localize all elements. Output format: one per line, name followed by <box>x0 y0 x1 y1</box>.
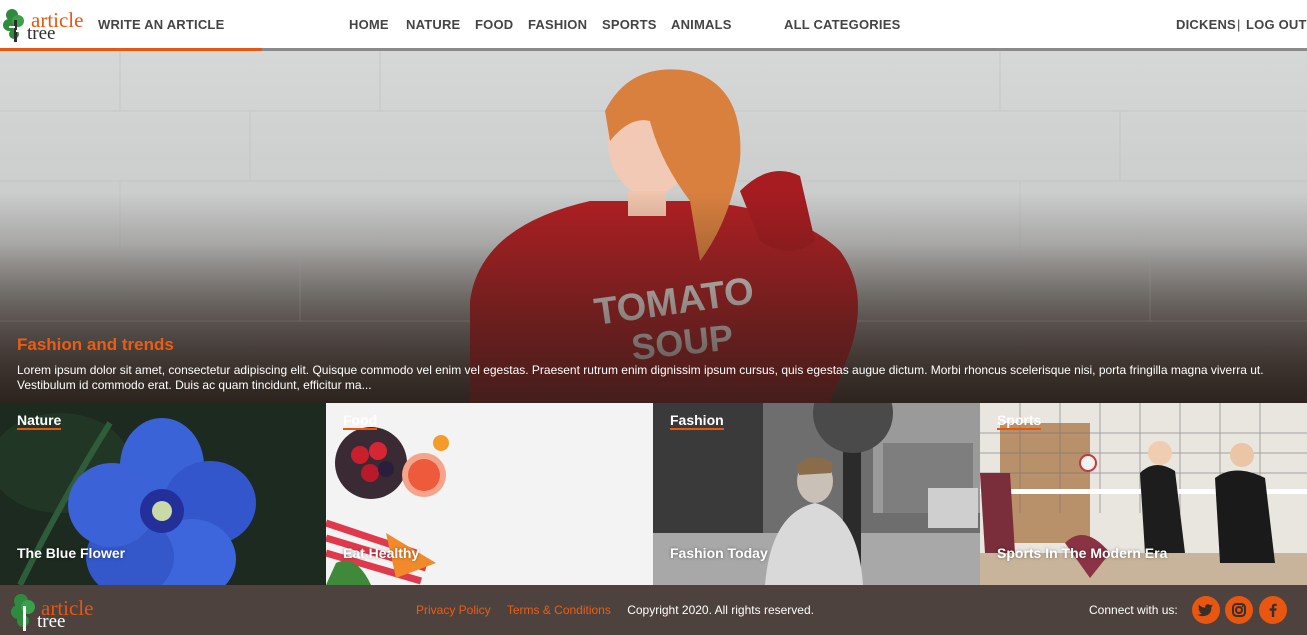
tile-category-label[interactable]: Fashion <box>670 412 724 430</box>
logo-word-tree: tree <box>37 611 66 632</box>
nav-all-categories[interactable]: ALL CATEGORIES <box>784 17 900 32</box>
tile-category-label[interactable]: Sports <box>997 412 1042 430</box>
site-footer: article tree Privacy Policy Terms & Cond… <box>0 585 1307 635</box>
connect-label: Connect with us: <box>1089 603 1178 617</box>
footer-logo[interactable]: article tree <box>11 589 111 631</box>
category-tiles: Nature The Blue Flower Food Eat Healthy <box>0 403 1307 585</box>
user-name-link[interactable]: DICKENS <box>1176 17 1236 32</box>
tile-fashion[interactable]: Fashion Fashion Today <box>653 403 980 585</box>
tile-article-title[interactable]: Eat Healthy <box>343 545 419 561</box>
hero-excerpt: Lorem ipsum dolor sit amet, consectetur … <box>17 363 1264 392</box>
tile-article-title[interactable]: The Blue Flower <box>17 545 125 561</box>
nav-sports[interactable]: SPORTS <box>602 17 657 32</box>
write-article-link[interactable]: WRITE AN ARTICLE <box>98 17 224 32</box>
site-logo[interactable]: article tree <box>3 6 91 44</box>
hero-title[interactable]: Fashion and trends <box>17 335 174 355</box>
footer-links: Privacy Policy Terms & Conditions Copyri… <box>416 603 814 617</box>
tile-article-title[interactable]: Fashion Today <box>670 545 768 561</box>
nav-animals[interactable]: ANIMALS <box>671 17 732 32</box>
facebook-icon[interactable] <box>1259 596 1287 624</box>
tile-category-label[interactable]: Food <box>343 412 378 430</box>
user-separator: | <box>1237 17 1241 32</box>
copyright-text: Copyright 2020. All rights reserved. <box>627 603 814 617</box>
tile-food[interactable]: Food Eat Healthy <box>326 403 653 585</box>
top-header: article tree WRITE AN ARTICLE HOME NATUR… <box>0 0 1307 51</box>
logout-link[interactable]: LOG OUT <box>1246 17 1307 32</box>
tile-sports[interactable]: Sports Sports In The Modern Era <box>980 403 1307 585</box>
logo-word-tree: tree <box>27 23 56 44</box>
terms-conditions-link[interactable]: Terms & Conditions <box>507 603 611 617</box>
tile-article-title[interactable]: Sports In The Modern Era <box>997 545 1167 561</box>
hero-overlay <box>0 51 1307 403</box>
instagram-icon[interactable] <box>1225 596 1253 624</box>
nav-food[interactable]: FOOD <box>475 17 513 32</box>
nav-nature[interactable]: NATURE <box>406 17 460 32</box>
nav-home[interactable]: HOME <box>349 17 389 32</box>
tile-nature[interactable]: Nature The Blue Flower <box>0 403 326 585</box>
nav-fashion[interactable]: FASHION <box>528 17 587 32</box>
twitter-icon[interactable] <box>1192 596 1220 624</box>
privacy-policy-link[interactable]: Privacy Policy <box>416 603 491 617</box>
tile-category-label[interactable]: Nature <box>17 412 62 430</box>
hero-featured-article[interactable]: TOMATO SOUP Fashion and trends Lorem ips… <box>0 51 1307 403</box>
